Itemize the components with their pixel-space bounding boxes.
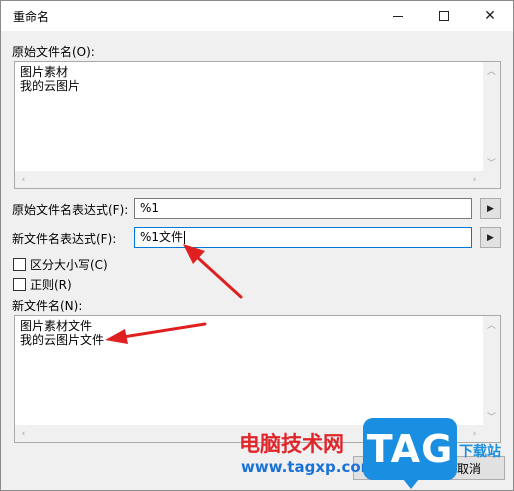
tag-logo-text: TAG xyxy=(366,427,454,471)
watermark-side-text: 下载站 xyxy=(459,444,501,460)
watermark-site-url: www.tagxp.com xyxy=(241,458,377,476)
annotation-arrow-1 xyxy=(183,244,243,299)
annotation-arrows xyxy=(105,244,243,344)
tag-logo: TAG xyxy=(363,418,457,489)
annotation-arrow-2 xyxy=(105,322,207,344)
watermark-site-name: 电脑技术网 xyxy=(239,432,344,456)
rename-dialog: 重命名 ✕ 原始文件名(O): 图片素材 我的云图片 ︿ ﹀ ‹ › 原始文件名… xyxy=(0,0,514,491)
